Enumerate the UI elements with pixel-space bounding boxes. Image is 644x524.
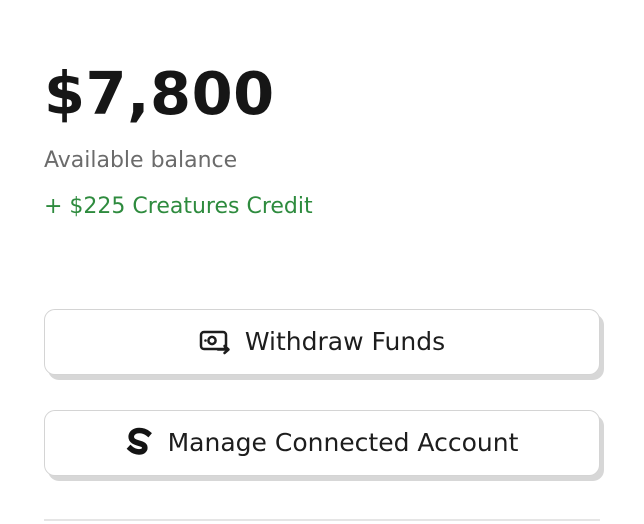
available-balance-amount: $7,800 [44,59,275,128]
manage-connected-account-button[interactable]: Manage Connected Account [44,410,600,476]
cash-transfer-icon [199,329,231,355]
available-balance-label: Available balance [44,148,238,173]
stripe-s-icon [126,425,154,461]
withdraw-funds-label: Withdraw Funds [244,327,446,356]
section-divider [44,519,600,521]
balance-panel: $7,800 Available balance + $225 Creature… [44,0,604,524]
creatures-credit-text: + $225 Creatures Credit [44,194,313,219]
manage-connected-account-label: Manage Connected Account [167,428,519,457]
withdraw-funds-button[interactable]: Withdraw Funds [44,309,600,375]
